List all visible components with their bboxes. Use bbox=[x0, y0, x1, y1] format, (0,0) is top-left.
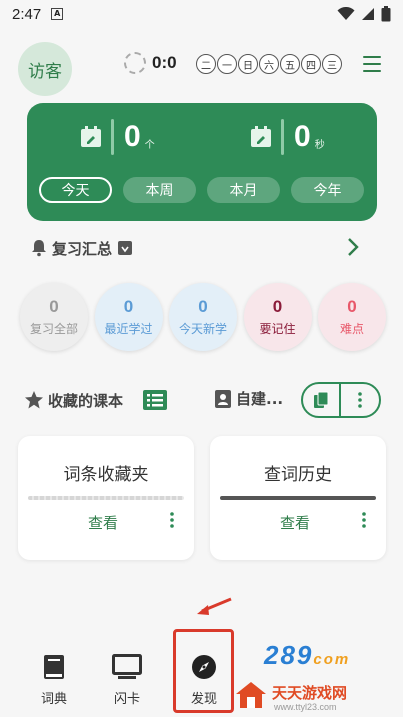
card-divider bbox=[220, 496, 376, 500]
review-label: 最近学过 bbox=[104, 322, 153, 336]
calendar-edit-icon bbox=[251, 126, 271, 147]
copy-icon bbox=[314, 391, 329, 408]
weekday-badge: 四 bbox=[301, 54, 321, 74]
courses-section-header: 收藏的课本 自建... bbox=[24, 382, 384, 418]
contact-book-icon bbox=[215, 389, 231, 408]
new-today-button[interactable]: 0 今天新学 bbox=[169, 283, 237, 351]
view-button[interactable]: 查看 bbox=[88, 512, 118, 533]
more-vertical-icon bbox=[358, 392, 362, 408]
nav-label: 闪卡 bbox=[113, 692, 140, 707]
recently-learned-button[interactable]: 0 最近学过 bbox=[94, 283, 163, 351]
review-label: 要记住 bbox=[259, 322, 296, 336]
word-count-unit: 个 bbox=[144, 139, 155, 151]
weekday-badge: 六 bbox=[259, 54, 279, 74]
review-summary-header[interactable]: 复习汇总 bbox=[30, 236, 360, 260]
nav-dictionary[interactable]: 词典 bbox=[24, 654, 84, 707]
tab-this-month[interactable]: 本月 bbox=[207, 177, 280, 203]
word-count-stat: 0 个 bbox=[79, 119, 155, 155]
battery-icon bbox=[381, 6, 391, 22]
review-count: 0 bbox=[123, 297, 134, 316]
word-favorites-card[interactable]: 词条收藏夹 查看 bbox=[18, 436, 194, 560]
cellular-signal-icon bbox=[362, 8, 374, 20]
weekday-badge: 二 bbox=[196, 54, 216, 74]
favorite-textbooks-tab[interactable]: 收藏的课本 bbox=[48, 390, 123, 411]
more-vertical-icon[interactable] bbox=[170, 512, 174, 528]
nav-flashcards[interactable]: 闪卡 bbox=[97, 654, 157, 707]
notification-a-icon: A bbox=[51, 8, 64, 20]
book-icon bbox=[44, 655, 64, 679]
star-icon bbox=[25, 391, 43, 409]
bell-icon bbox=[32, 240, 46, 257]
monitor-icon bbox=[112, 654, 142, 679]
more-options-button[interactable] bbox=[341, 384, 379, 416]
difficult-button[interactable]: 0 难点 bbox=[318, 283, 386, 351]
weekday-badge: 一 bbox=[217, 54, 237, 74]
copy-button[interactable] bbox=[303, 384, 341, 416]
tab-today[interactable]: 今天 bbox=[39, 177, 112, 203]
annotation-arrow-icon bbox=[197, 597, 232, 615]
site-watermark: 289com 天天游戏网 www.ttyl23.com bbox=[232, 640, 403, 717]
review-all-button[interactable]: 0 复习全部 bbox=[20, 283, 88, 351]
tab-this-year[interactable]: 今年 bbox=[291, 177, 364, 203]
card-title: 查词历史 bbox=[264, 465, 332, 485]
review-count: 0 bbox=[272, 297, 283, 316]
weekday-checkins: 二 一 日 六 五 四 三 bbox=[196, 54, 342, 74]
card-divider bbox=[28, 496, 184, 500]
period-tabs: 今天 本周 本月 今年 bbox=[39, 177, 364, 203]
search-history-card[interactable]: 查词历史 查看 bbox=[210, 436, 386, 560]
streak-indicator[interactable]: 0:0 bbox=[124, 52, 177, 74]
watermark-name: 天天游戏网 bbox=[272, 684, 348, 702]
watermark-url: www.ttyl23.com bbox=[274, 702, 337, 712]
watermark-logo: 289com bbox=[264, 640, 351, 670]
annotation-highlight-box bbox=[173, 629, 234, 713]
review-buttons: 0 复习全部 0 最近学过 0 今天新学 0 要记住 0 难点 bbox=[20, 283, 386, 351]
must-remember-button[interactable]: 0 要记住 bbox=[243, 283, 312, 351]
course-action-toggle bbox=[301, 382, 381, 418]
review-count: 0 bbox=[198, 297, 208, 316]
header: 访客 0:0 二 一 日 六 五 四 三 bbox=[0, 36, 403, 96]
review-label: 难点 bbox=[339, 322, 364, 336]
self-built-label: 自建... bbox=[236, 390, 284, 408]
avatar[interactable]: 访客 bbox=[18, 42, 72, 96]
study-time-value: 0 bbox=[294, 120, 311, 153]
review-label: 今天新学 bbox=[178, 322, 227, 336]
review-count: 0 bbox=[347, 297, 357, 316]
weekday-badge: 日 bbox=[238, 54, 258, 74]
hamburger-menu-icon[interactable] bbox=[363, 56, 381, 72]
wifi-icon bbox=[337, 7, 355, 20]
status-bar: 2:47 A bbox=[0, 0, 403, 28]
word-count-value: 0 bbox=[124, 120, 141, 153]
house-logo-icon bbox=[236, 682, 266, 708]
chevron-right-icon[interactable] bbox=[346, 236, 360, 258]
study-time-unit: 秒 bbox=[314, 139, 325, 151]
review-summary-title: 复习汇总 bbox=[52, 239, 113, 258]
study-stats-card: 0 个 0 秒 今天 本周 本月 今年 bbox=[27, 103, 377, 221]
tab-this-week[interactable]: 本周 bbox=[123, 177, 196, 203]
status-icons bbox=[337, 6, 391, 22]
nav-label: 词典 bbox=[40, 692, 67, 707]
calendar-edit-icon bbox=[81, 126, 101, 147]
dropdown-toggle-icon[interactable] bbox=[118, 241, 133, 255]
weekday-badge: 五 bbox=[280, 54, 300, 74]
quick-cards: 词条收藏夹 查看 查词历史 查看 bbox=[18, 436, 386, 560]
weekday-badge: 三 bbox=[322, 54, 342, 74]
status-time: 2:47 bbox=[12, 5, 42, 23]
review-label: 复习全部 bbox=[29, 322, 78, 336]
review-count: 0 bbox=[49, 297, 59, 316]
self-built-tab[interactable]: 自建... bbox=[214, 388, 283, 409]
streak-score: 0:0 bbox=[152, 53, 177, 72]
sun-icon bbox=[124, 52, 146, 74]
study-time-stat: 0 秒 bbox=[249, 119, 325, 155]
card-title: 词条收藏夹 bbox=[63, 465, 149, 485]
view-button[interactable]: 查看 bbox=[280, 512, 310, 533]
more-vertical-icon[interactable] bbox=[362, 512, 366, 528]
list-icon[interactable] bbox=[143, 390, 168, 410]
